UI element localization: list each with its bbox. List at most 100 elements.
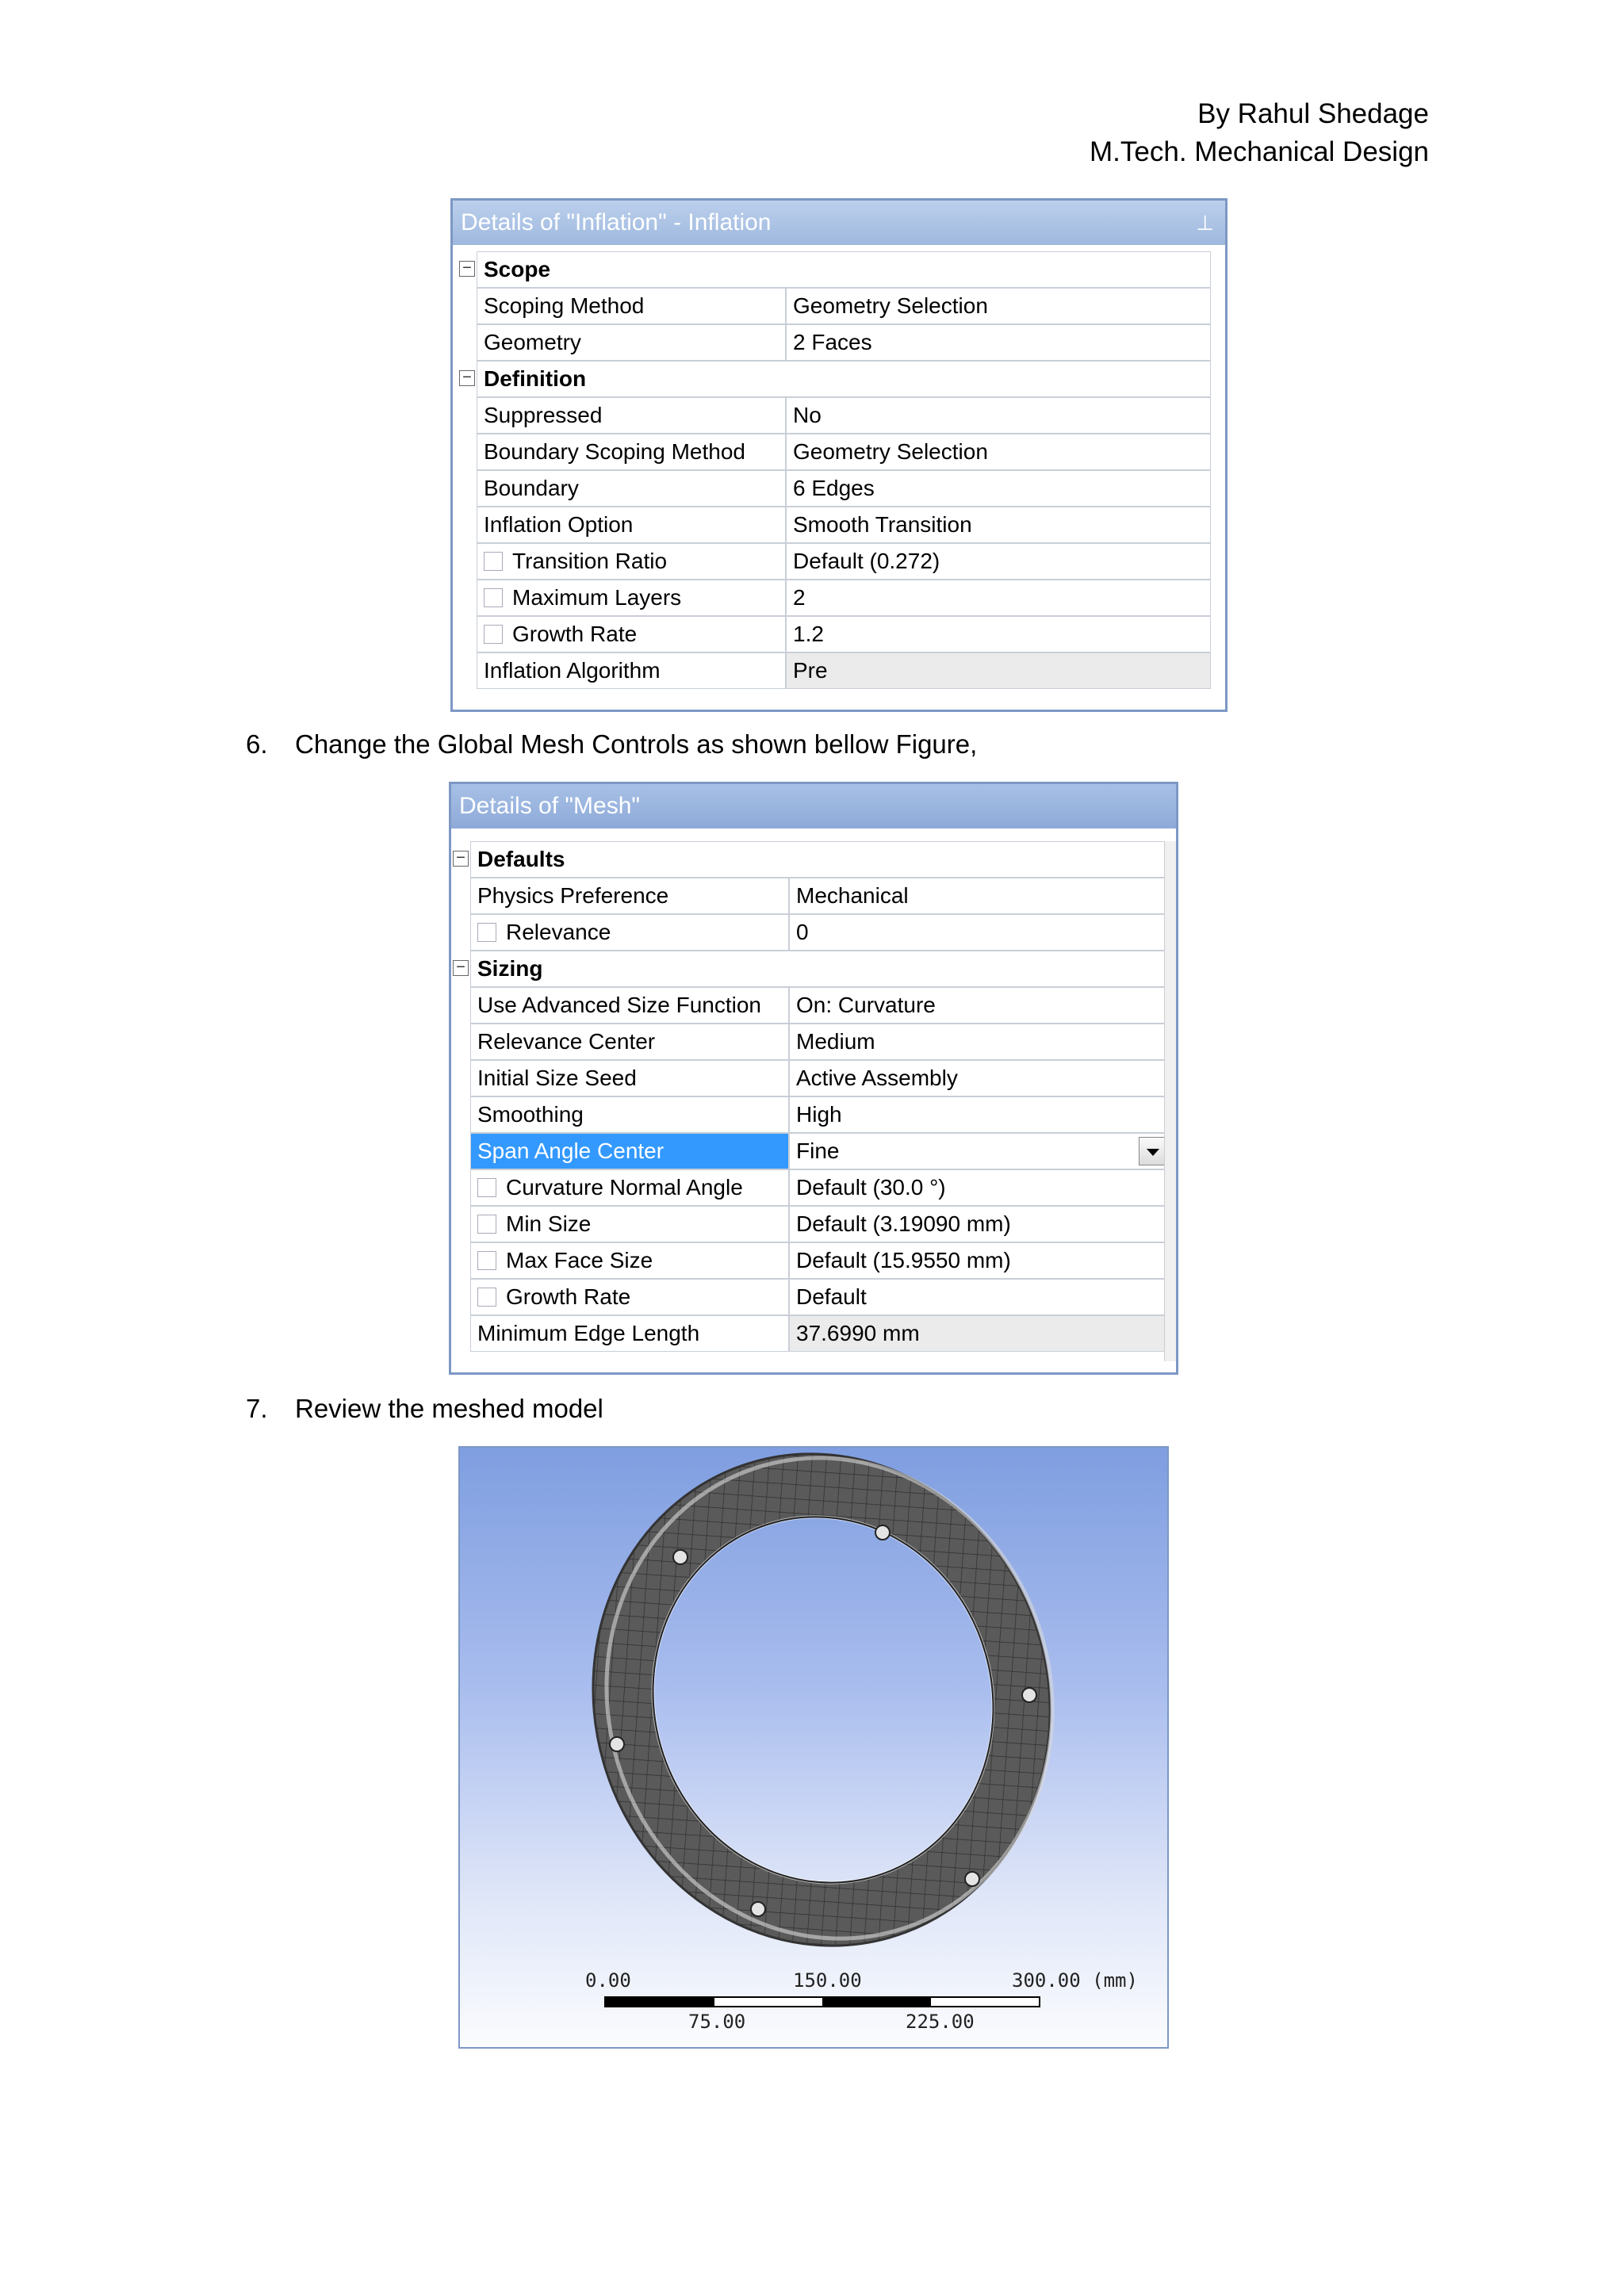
property-value[interactable]: Geometry Selection: [786, 434, 1211, 470]
property-grid: − Defaults Physics Preference Mechanical Rel…: [453, 841, 1168, 1364]
property-row[interactable]: Boundary Scoping Method Geometry Selectio…: [459, 434, 1211, 470]
property-row[interactable]: Relevance Center Medium: [453, 1024, 1168, 1060]
property-label: Growth Rate: [470, 1279, 789, 1315]
property-value[interactable]: 37.6990 mm: [789, 1315, 1168, 1352]
property-row[interactable]: Inflation Algorithm Pre: [459, 652, 1211, 689]
property-row[interactable]: Max Face Size Default (15.9550 mm): [453, 1242, 1168, 1279]
scale-label-bottom: 225.00: [906, 2011, 975, 2033]
parameter-checkbox[interactable]: [484, 551, 503, 571]
parameter-checkbox[interactable]: [477, 922, 496, 942]
dropdown-arrow-icon[interactable]: [1139, 1137, 1166, 1165]
property-label-text: Max Face Size: [506, 1248, 653, 1272]
step-text: Review the meshed model: [295, 1394, 603, 1423]
category-label: Defaults: [470, 841, 1168, 878]
property-row[interactable]: Initial Size Seed Active Assembly: [453, 1060, 1168, 1096]
property-value[interactable]: Pre: [786, 652, 1211, 689]
property-row[interactable]: Physics Preference Mechanical: [453, 878, 1168, 914]
property-label: Min Size: [470, 1206, 789, 1242]
property-value[interactable]: Medium: [789, 1024, 1168, 1060]
property-row[interactable]: Boundary 6 Edges: [459, 470, 1211, 507]
property-row[interactable]: Min Size Default (3.19090 mm): [453, 1206, 1168, 1242]
property-value[interactable]: 2 Faces: [786, 324, 1211, 361]
property-label-text: Scoping Method: [484, 293, 645, 318]
property-label-text: Inflation Algorithm: [484, 658, 661, 683]
parameter-checkbox[interactable]: [477, 1177, 496, 1197]
collapse-icon[interactable]: −: [453, 850, 469, 867]
property-label: Relevance: [470, 914, 789, 951]
property-value[interactable]: Geometry Selection: [786, 288, 1211, 324]
vertical-scrollbar[interactable]: [1164, 841, 1176, 1361]
property-value-text: Default: [796, 1284, 867, 1309]
collapse-icon[interactable]: −: [453, 959, 469, 976]
property-value-text: No: [793, 403, 822, 427]
property-value[interactable]: Default (3.19090 mm): [789, 1206, 1168, 1242]
property-value[interactable]: Default: [789, 1279, 1168, 1315]
property-value[interactable]: Default (0.272): [786, 543, 1211, 580]
property-value[interactable]: Fine: [789, 1133, 1168, 1169]
degree-line: M.Tech. Mechanical Design: [1090, 136, 1429, 167]
property-row[interactable]: Transition Ratio Default (0.272): [459, 543, 1211, 580]
scale-label-bottom: 75.00: [688, 2011, 746, 2033]
property-value[interactable]: Smooth Transition: [786, 507, 1211, 543]
property-row[interactable]: Geometry 2 Faces: [459, 324, 1211, 361]
property-row[interactable]: Span Angle Center Fine: [453, 1133, 1168, 1169]
property-label: Smoothing: [470, 1096, 789, 1133]
property-label: Scoping Method: [477, 288, 786, 324]
parameter-checkbox[interactable]: [477, 1287, 496, 1307]
property-value[interactable]: Default (30.0 °): [789, 1169, 1168, 1206]
property-value[interactable]: Default (15.9550 mm): [789, 1242, 1168, 1279]
property-row[interactable]: Maximum Layers 2: [459, 580, 1211, 616]
property-value[interactable]: 2: [786, 580, 1211, 616]
property-value-text: Geometry Selection: [793, 439, 988, 464]
pin-icon[interactable]: ⊥: [1196, 201, 1214, 245]
property-value[interactable]: 0: [789, 914, 1168, 951]
property-row[interactable]: Scoping Method Geometry Selection: [459, 288, 1211, 324]
property-label-text: Span Angle Center: [477, 1138, 665, 1163]
property-label-text: Growth Rate: [506, 1284, 631, 1309]
property-value-text: Mechanical: [796, 883, 909, 908]
category-row[interactable]: − Definition: [459, 361, 1211, 397]
property-value-text: Pre: [793, 658, 828, 683]
category-row[interactable]: − Scope: [459, 251, 1211, 288]
property-value[interactable]: No: [786, 397, 1211, 434]
property-row[interactable]: Curvature Normal Angle Default (30.0 °): [453, 1169, 1168, 1206]
property-value-text: 37.6990 mm: [796, 1321, 920, 1345]
property-row[interactable]: Minimum Edge Length 37.6990 mm: [453, 1315, 1168, 1352]
model-viewport[interactable]: 0.00 150.00 300.00 (mm) 75.00 225.00: [458, 1446, 1169, 2049]
category-row[interactable]: − Sizing: [453, 951, 1168, 987]
scale-label-top: 300.00 (mm): [1012, 1969, 1138, 1992]
parameter-checkbox[interactable]: [484, 587, 503, 607]
property-row[interactable]: Inflation Option Smooth Transition: [459, 507, 1211, 543]
property-row[interactable]: Growth Rate 1.2: [459, 616, 1211, 652]
property-value-text: Default (30.0 °): [796, 1175, 946, 1200]
property-label: Minimum Edge Length: [470, 1315, 789, 1352]
property-value[interactable]: On: Curvature: [789, 987, 1168, 1024]
property-row[interactable]: Suppressed No: [459, 397, 1211, 434]
property-label-text: Initial Size Seed: [477, 1066, 637, 1090]
property-label-text: Physics Preference: [477, 883, 669, 908]
property-value[interactable]: 1.2: [786, 616, 1211, 652]
property-label: Use Advanced Size Function: [470, 987, 789, 1024]
property-row[interactable]: Smoothing High: [453, 1096, 1168, 1133]
property-row[interactable]: Relevance 0: [453, 914, 1168, 951]
property-value-text: Default (0.272): [793, 549, 940, 573]
property-value[interactable]: 6 Edges: [786, 470, 1211, 507]
collapse-icon[interactable]: −: [459, 369, 475, 386]
property-value[interactable]: Mechanical: [789, 878, 1168, 914]
property-value[interactable]: Active Assembly: [789, 1060, 1168, 1096]
property-row[interactable]: Growth Rate Default: [453, 1279, 1168, 1315]
parameter-checkbox[interactable]: [477, 1250, 496, 1270]
property-row[interactable]: Use Advanced Size Function On: Curvature: [453, 987, 1168, 1024]
property-value-text: Fine: [796, 1138, 840, 1163]
collapse-icon[interactable]: −: [459, 260, 475, 277]
author-line: By Rahul Shedage: [1197, 98, 1429, 129]
property-label: Maximum Layers: [477, 580, 786, 616]
property-label-text: Suppressed: [484, 403, 603, 427]
property-value[interactable]: High: [789, 1096, 1168, 1133]
property-label: Geometry: [477, 324, 786, 361]
parameter-checkbox[interactable]: [484, 624, 503, 644]
parameter-checkbox[interactable]: [477, 1214, 496, 1234]
inflation-details-panel: Details of "Inflation" - Inflation ⊥ − Sc…: [450, 198, 1228, 712]
category-row[interactable]: − Defaults: [453, 841, 1168, 878]
property-label-text: Minimum Edge Length: [477, 1321, 700, 1345]
